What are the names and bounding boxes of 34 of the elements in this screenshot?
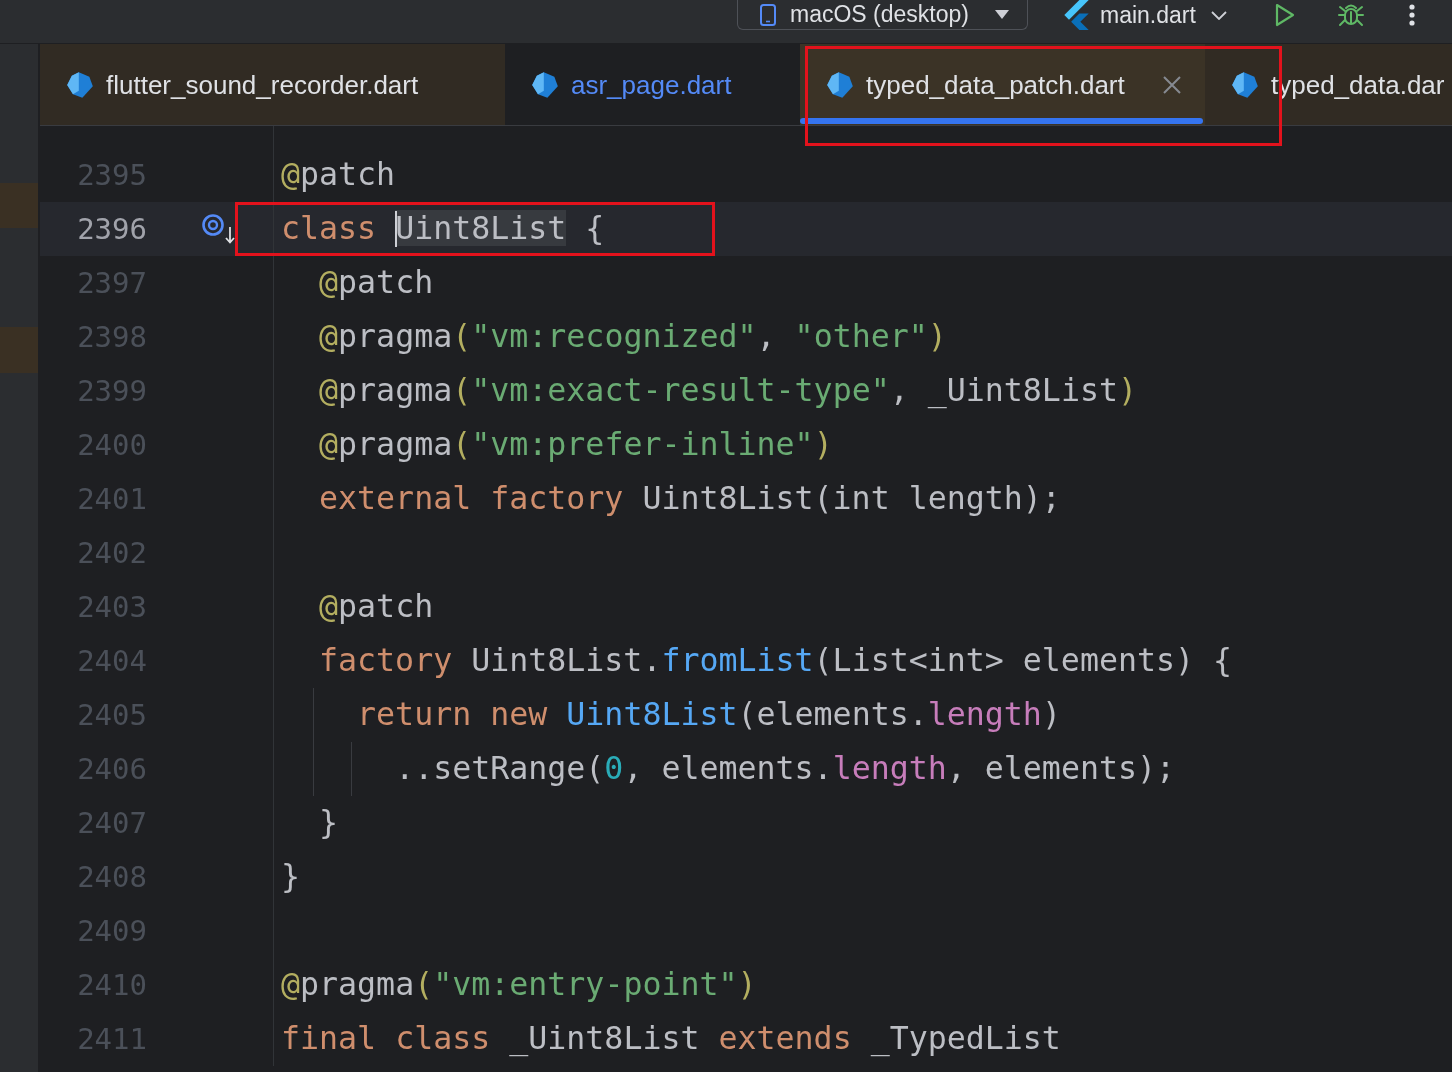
implementation-marker-icon[interactable] <box>202 214 236 244</box>
file-type-icon <box>1231 70 1259 99</box>
code-line: factory Uint8List.fromList(List<int> elements) { <box>319 645 1233 677</box>
close-icon[interactable] <box>1163 75 1181 94</box>
editor-tab[interactable]: typed_data_patch.dart <box>800 44 1205 125</box>
code-line: external factory Uint8List(int length); <box>319 483 1061 515</box>
code-line: @patch <box>281 159 396 191</box>
code-line: final class _Uint8List extends _TypedList <box>281 1023 1061 1055</box>
code-line: @patch <box>319 267 434 299</box>
code-line: @patch <box>319 591 434 623</box>
file-type-icon <box>826 70 854 99</box>
device-selector[interactable]: macOS (desktop) <box>737 0 1028 30</box>
code-line: } <box>281 861 301 893</box>
caret-icon <box>995 10 1009 19</box>
strip-marker <box>0 183 38 228</box>
play-icon <box>1274 3 1295 27</box>
phone-icon <box>760 3 776 26</box>
run-config-selector[interactable]: main.dart <box>1064 0 1227 30</box>
file-type-icon <box>531 70 559 99</box>
editor-tab[interactable]: flutter_sound_recorder.dart <box>40 44 505 125</box>
bug-icon <box>1337 2 1364 28</box>
more-icon <box>1408 4 1415 26</box>
flutter-logo-icon <box>1064 0 1089 30</box>
code-line: @pragma("vm:entry-point") <box>281 969 757 1001</box>
file-type-icon <box>66 70 94 99</box>
code-line: return new Uint8List(elements.length) <box>357 699 1061 731</box>
code-line: ..setRange(0, elements.length, elements); <box>395 753 1176 785</box>
chevron-down-icon <box>1210 10 1227 20</box>
code-line: @pragma("vm:recognized", "other") <box>319 321 947 353</box>
line-number: 2396 <box>77 214 147 244</box>
code-line: @pragma("vm:prefer-inline") <box>319 429 833 461</box>
code-line: } <box>319 807 339 839</box>
strip-marker <box>0 327 38 373</box>
code-line: @pragma("vm:exact-result-type", _Uint8List) <box>319 375 1137 407</box>
